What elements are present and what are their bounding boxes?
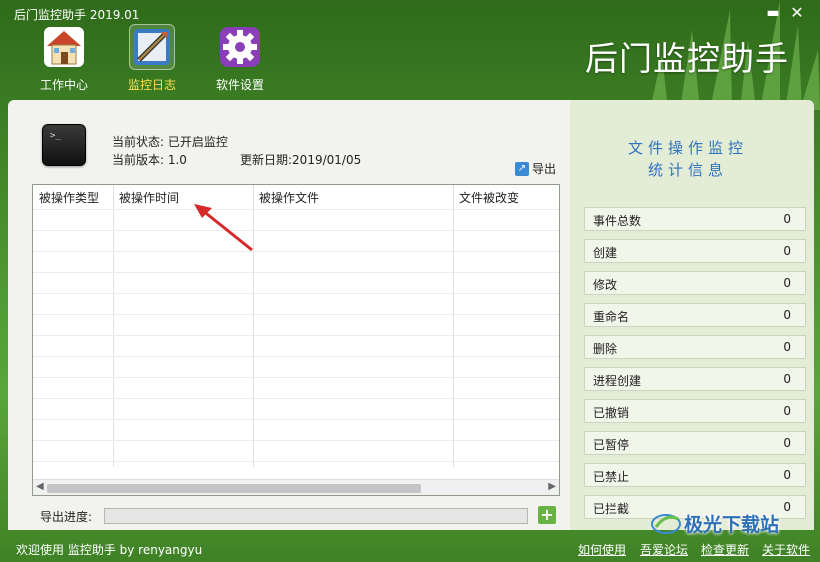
gear-icon [217, 24, 263, 70]
row-divider [33, 251, 559, 252]
terminal-icon: >_ [42, 124, 86, 166]
tool-label: 工作中心 [39, 78, 88, 92]
stat-row: 已撤销 0 [584, 399, 806, 423]
stat-value: 0 [783, 308, 791, 322]
stat-label: 已暂停 [593, 438, 630, 452]
column-header[interactable]: 被操作时间 [119, 189, 179, 206]
scroll-right-icon[interactable]: ▶ [548, 481, 556, 492]
stat-label: 修改 [593, 278, 618, 292]
stat-label: 删除 [593, 342, 618, 356]
status-bar: 欢迎使用 监控助手 by renyangyu 如何使用 吾爱论坛 检查更新 关于… [0, 534, 820, 562]
row-divider [33, 209, 559, 210]
stat-value: 0 [783, 244, 791, 258]
watermark-text: 极光下载站 [684, 513, 780, 536]
column-header[interactable]: 文件被改变 [459, 189, 519, 206]
column-header[interactable]: 被操作类型 [39, 189, 99, 206]
table-header: 被操作类型 被操作时间 被操作文件 文件被改变 [33, 185, 559, 209]
close-button[interactable]: ✕ [788, 4, 806, 22]
tool-label: 监控日志 [127, 78, 176, 92]
stat-row: 修改 0 [584, 271, 806, 295]
stat-label: 进程创建 [593, 374, 642, 388]
link-forum[interactable]: 吾爱论坛 [640, 541, 688, 558]
row-divider [33, 377, 559, 378]
row-divider [33, 230, 559, 231]
export-progress-label: 导出进度: [40, 510, 93, 524]
stat-value: 0 [783, 404, 791, 418]
stats-title-line2: 统计信息 [647, 161, 728, 179]
stat-label: 已拦截 [593, 502, 630, 516]
column-header[interactable]: 被操作文件 [259, 189, 319, 206]
version-info: 当前版本: 1.0 [112, 153, 187, 167]
stat-value: 0 [783, 436, 791, 450]
scroll-thumb[interactable] [47, 484, 421, 493]
house-icon [41, 24, 87, 70]
stat-row: 进程创建 0 [584, 367, 806, 391]
export-button[interactable]: ↗ 导出 [515, 160, 556, 177]
stat-label: 事件总数 [593, 214, 642, 228]
stat-value: 0 [783, 340, 791, 354]
row-divider [33, 440, 559, 441]
brand-title: 后门监控助手 [585, 39, 789, 78]
stat-label: 已撤销 [593, 406, 630, 420]
tool-settings[interactable]: 软件设置 [204, 24, 276, 93]
stat-row: 已禁止 0 [584, 463, 806, 487]
row-divider [33, 419, 559, 420]
stat-value: 0 [783, 276, 791, 290]
stat-row: 创建 0 [584, 239, 806, 263]
link-how-to-use[interactable]: 如何使用 [578, 541, 626, 558]
watermark: 极光下载站 [650, 508, 815, 538]
row-divider [33, 398, 559, 399]
stats-title-line1: 文件操作监控 [627, 139, 748, 157]
stat-value: 0 [783, 212, 791, 226]
row-divider [33, 293, 559, 294]
scroll-left-icon[interactable]: ◀ [36, 481, 44, 492]
row-divider [33, 356, 559, 357]
add-button[interactable]: + [538, 506, 556, 524]
log-table: 被操作类型 被操作时间 被操作文件 文件被改变 ◀ ▶ [32, 184, 560, 496]
tool-label: 软件设置 [215, 78, 264, 92]
stat-value: 0 [783, 372, 791, 386]
row-divider [33, 461, 559, 462]
log-icon [129, 24, 175, 70]
stat-value: 0 [783, 468, 791, 482]
export-icon: ↗ [515, 161, 529, 176]
stat-label: 重命名 [593, 310, 630, 324]
window-title: 后门监控助手 2019.01 [14, 8, 140, 22]
app-window: 后门监控助手 2019.01 ▬ ✕ 后门监控助手 工作中心 监控日志 软件设置… [0, 0, 820, 562]
column-divider [113, 185, 114, 467]
minimize-button[interactable]: ▬ [764, 4, 782, 22]
watermark-logo-icon [651, 514, 681, 534]
link-about[interactable]: 关于软件 [762, 541, 810, 558]
link-check-update[interactable]: 检查更新 [701, 541, 749, 558]
horizontal-scrollbar[interactable]: ◀ ▶ [33, 479, 559, 495]
column-divider [453, 185, 454, 467]
stat-label: 创建 [593, 246, 618, 260]
red-arrow-annotation [194, 204, 253, 252]
tool-work-center[interactable]: 工作中心 [28, 24, 100, 93]
status-info: 当前状态: 已开启监控 [112, 135, 228, 149]
row-divider [33, 272, 559, 273]
row-divider [33, 314, 559, 315]
stat-row: 事件总数 0 [584, 207, 806, 231]
welcome-text: 欢迎使用 监控助手 by renyangyu [16, 543, 203, 557]
stat-row: 删除 0 [584, 335, 806, 359]
title-bar: 后门监控助手 2019.01 ▬ ✕ [0, 0, 820, 26]
row-divider [33, 335, 559, 336]
stat-label: 已禁止 [593, 470, 630, 484]
tool-monitor-log[interactable]: 监控日志 [116, 24, 188, 93]
stat-row: 已暂停 0 [584, 431, 806, 455]
update-date-info: 更新日期:2019/01/05 [240, 153, 362, 167]
stats-title: 文件操作监控 统计信息 [570, 137, 806, 181]
export-label: 导出 [532, 162, 557, 176]
stat-row: 重命名 0 [584, 303, 806, 327]
export-progress-bar [104, 508, 528, 524]
